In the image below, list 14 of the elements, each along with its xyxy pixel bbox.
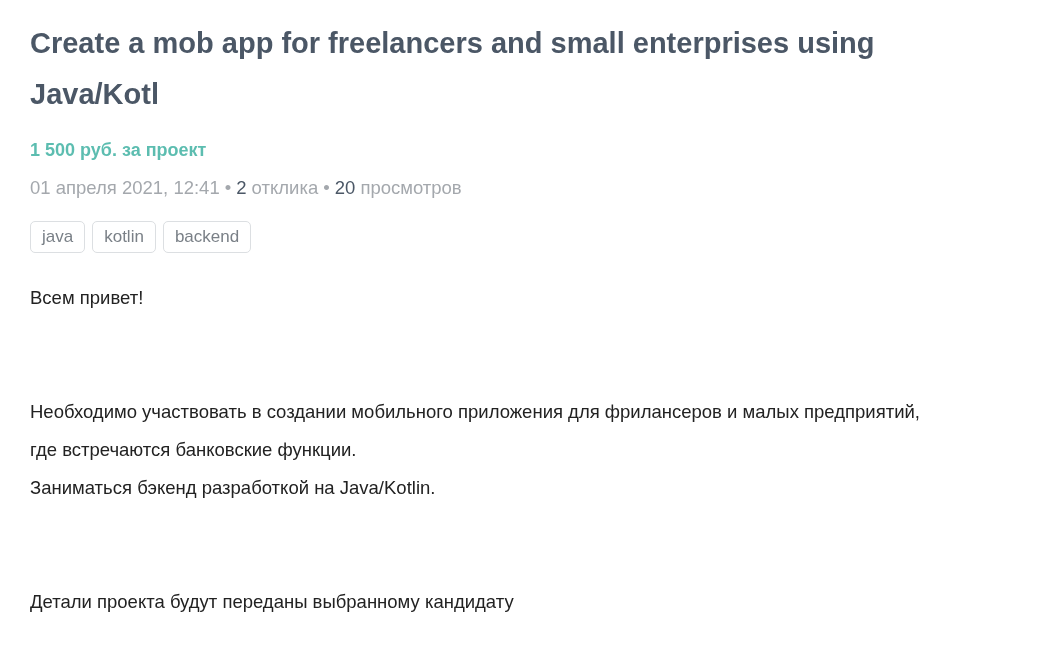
bullet-separator: •: [323, 177, 330, 199]
project-title: Create a mob app for freelancers and small enterprises using Java/Kotl: [30, 26, 876, 112]
description-paragraph: Заниматься бэкенд разработкой на Java/Kotlin.: [30, 476, 437, 500]
description-paragraph: Необходимо участвовать в создании мобильного приложения для фрилансеров и малых предприятий, где встречаются банковские функции.: [30, 400, 921, 462]
description-paragraph: Всем привет!: [30, 286, 145, 310]
tag-chip[interactable]: backend: [162, 221, 252, 253]
post-date: 01 апреля 2021, 12:41: [30, 177, 220, 199]
count-text: 20 просмотров: [334, 177, 462, 199]
project-price: 1 500 руб. за проект: [30, 140, 208, 161]
tag-chip[interactable]: java: [30, 221, 86, 253]
bullet-separator: •: [224, 177, 232, 199]
tag-chip[interactable]: kotlin: [92, 221, 156, 253]
count-text: 2 отклика: [236, 177, 319, 199]
description-paragraph: Детали проекта будут переданы выбранному кандидату: [30, 590, 515, 614]
